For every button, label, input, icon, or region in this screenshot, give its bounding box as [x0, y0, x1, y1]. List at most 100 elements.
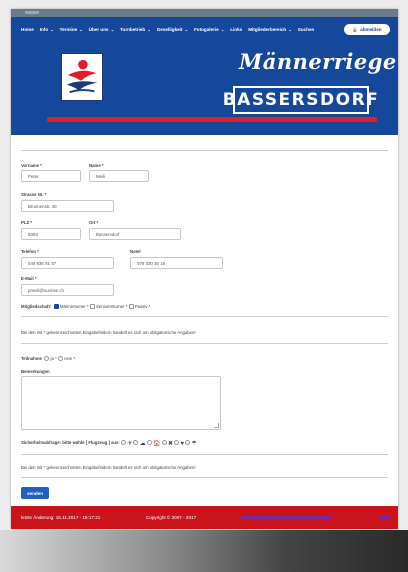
teilnahme-row: Teilnahme ja * nein * [21, 356, 75, 361]
passiv-label: Passiv * [134, 304, 151, 309]
nav-item-geselligkeit[interactable]: Geselligkeit ⌄ [157, 27, 188, 32]
teilnahme-nein-label: nein * [64, 356, 76, 361]
nav-item-fotogalerie[interactable]: Fotogalerie ⌄ [194, 27, 224, 32]
heart-icon: ♥ [180, 441, 184, 447]
strasse-label: Strasse Nr. * [21, 192, 47, 197]
natel-label: Natel [130, 249, 141, 254]
main-nav: Home Info ⌄ Termine ⌄ Über uns ⌄ Turnbetrieb… [21, 27, 318, 32]
resize-handle-icon[interactable] [214, 423, 219, 428]
chevron-down-icon: ⌄ [49, 27, 54, 32]
mitgliedschaft-row: Mitgliedschaft: Männerturner * Seniorent… [21, 304, 150, 309]
brand-script-title: Männerriege [239, 49, 397, 74]
captcha-radio[interactable] [185, 440, 191, 445]
captcha-row: Sicherheitsabfrage: bitte wähle [ Flugze… [21, 440, 197, 447]
teilnahme-ja-radio[interactable] [44, 356, 50, 361]
required-note: Bei den mit * gekennzeichneten Eingabefe… [21, 330, 196, 335]
logout-label: abmelden [360, 27, 382, 32]
captcha-radio[interactable] [133, 440, 139, 445]
passiv-checkbox[interactable] [128, 304, 134, 309]
nav-item-mitgliederbereich[interactable]: Mitgliederbereich ⌄ [248, 27, 292, 32]
vorname-field[interactable]: Peter [21, 170, 81, 182]
chevron-down-icon: ⌄ [146, 27, 151, 32]
nav-item-links[interactable]: Links [230, 27, 242, 32]
nav-item-label: Info [39, 27, 49, 32]
teilnahme-nein-radio[interactable] [57, 356, 63, 361]
chevron-down-icon: ⌄ [219, 27, 225, 32]
bemerkungen-label: Bemerkungen [21, 369, 50, 374]
seniorenturner-checkbox[interactable] [89, 304, 95, 309]
ort-label: Ort * [89, 220, 99, 225]
bemerkungen-textarea[interactable] [21, 376, 221, 430]
divider [21, 150, 388, 151]
nav-item-über-uns[interactable]: Über uns ⌄ [89, 27, 114, 32]
nav-item-label: Termine [59, 27, 78, 32]
chevron-down-icon: ⌄ [109, 27, 115, 32]
nav-item-label: Fotogalerie [193, 27, 219, 32]
airplane-icon: ✈ [127, 441, 133, 447]
teilnahme-ja-label: ja * [50, 356, 57, 361]
umbrella-icon: ☂ [191, 441, 197, 447]
strasse-field[interactable]: Brunnenstr. 40 [21, 200, 114, 212]
desktop-background [0, 530, 408, 572]
window-titlebar [11, 9, 398, 17]
nav-item-label: Über uns [88, 27, 109, 32]
seniorenturner-label: Seniorenturner * [96, 304, 128, 309]
divider [21, 316, 388, 317]
telefon-field[interactable]: 044 836 81 37 [21, 257, 114, 269]
name-field[interactable]: Meili [89, 170, 149, 182]
chevron-down-icon: ⌄ [78, 27, 83, 32]
maennerturner-label: Männerturner * [59, 304, 89, 309]
email-field[interactable]: pmeili@sunrise.ch [21, 284, 114, 296]
brand-name: BASSERSDORF [223, 86, 378, 114]
captcha-radio[interactable] [121, 440, 127, 445]
nav-item-label: Mitgliederbereich [248, 27, 287, 32]
divider [21, 343, 388, 344]
captcha-radio[interactable] [146, 440, 152, 445]
email-label: E-Mail * [21, 276, 37, 281]
captcha-radio[interactable] [161, 440, 167, 445]
header-red-rule [47, 117, 377, 122]
nav-item-label: Suchen [297, 27, 315, 32]
nav-item-label: Links [230, 27, 243, 32]
mitgliedschaft-label: Mitgliedschaft: [21, 304, 52, 309]
footer-link[interactable] [241, 516, 331, 519]
nav-item-label: Geselligkeit [156, 27, 183, 32]
club-logo [61, 53, 103, 101]
maennerturner-checkbox[interactable] [53, 304, 59, 309]
name-label: Name * [89, 163, 104, 168]
site-footer: letzte Änderung: 15.11.2017 - 15:17:21 C… [11, 506, 398, 529]
nav-item-home[interactable]: Home [21, 27, 34, 32]
cloud-icon: ☁ [139, 441, 146, 447]
logout-button[interactable]: 🔒 abmelden [344, 24, 390, 35]
divider [21, 477, 388, 478]
page: Home Info ⌄ Termine ⌄ Über uns ⌄ Turnbetrieb… [11, 9, 398, 529]
gymnast-logo-icon [62, 54, 102, 100]
lock-icon: 🔒 [352, 26, 359, 32]
plz-field[interactable]: 8303 [21, 228, 81, 240]
telefon-label: Telefon * [21, 249, 39, 254]
chevron-down-icon: ⌄ [183, 27, 188, 32]
copyright-text: Copyright © 2007 - 2017 [146, 515, 197, 520]
nav-item-label: Turnbetrieb [120, 27, 146, 32]
nav-item-turnbetrieb[interactable]: Turnbetrieb ⌄ [120, 27, 151, 32]
nav-item-suchen[interactable]: Suchen [298, 27, 315, 32]
submit-button[interactable]: senden [21, 487, 49, 499]
ort-field[interactable]: Bassersdorf [89, 228, 181, 240]
required-note-2: Bei den mit * gekennzeichneten Eingabefe… [21, 465, 196, 470]
captcha-radio[interactable] [174, 440, 180, 445]
plz-label: PLZ * [21, 220, 32, 225]
chevron-down-icon: ⌄ [287, 27, 292, 32]
nav-item-info[interactable]: Info ⌄ [40, 27, 54, 32]
x-icon: ✖ [167, 441, 174, 447]
house-icon: 🏠 [153, 441, 161, 447]
natel-field[interactable]: 079 330 30 16 [130, 257, 223, 269]
nav-item-label: Home [21, 27, 34, 32]
teilnahme-label: Teilnahme [21, 356, 42, 361]
last-change-text: letzte Änderung: 15.11.2017 - 15:17:21 [21, 515, 101, 520]
footer-link[interactable] [379, 516, 389, 519]
vorname-label: Vorname * [21, 163, 42, 168]
divider [21, 454, 388, 455]
nav-item-termine[interactable]: Termine ⌄ [60, 27, 83, 32]
site-header: Home Info ⌄ Termine ⌄ Über uns ⌄ Turnbetrieb… [11, 17, 398, 135]
captcha-label: Sicherheitsabfrage: bitte wähle [ Flugze… [21, 440, 120, 445]
